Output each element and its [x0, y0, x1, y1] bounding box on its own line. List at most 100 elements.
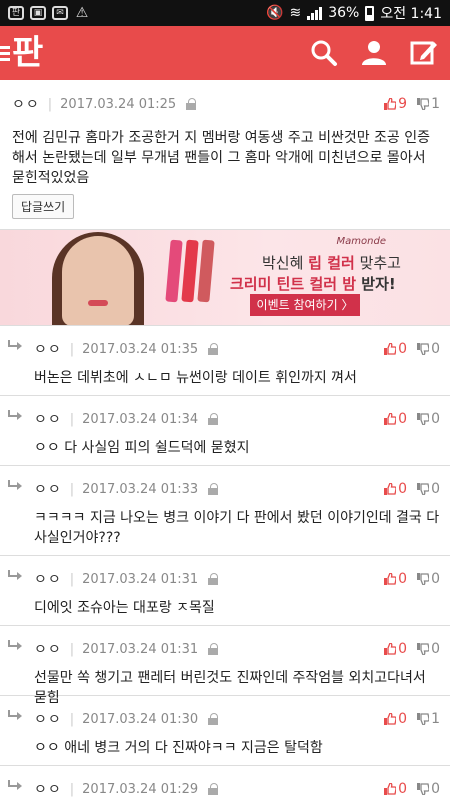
reply-arrow-icon — [8, 710, 22, 720]
warning-icon: ⚠ — [75, 5, 89, 21]
reply-author: ㅇㅇ — [34, 342, 62, 358]
upvote-button[interactable]: 0 — [384, 641, 407, 657]
chat-icon: ✉ — [52, 6, 68, 20]
lipstick-product — [165, 239, 183, 303]
account-button[interactable] — [360, 39, 388, 67]
upvote-button[interactable]: 0 — [384, 481, 407, 497]
reply-item: ㅇㅇ | 2017.03.24 01:30 0 1 ㅇㅇ 애네 병크 거의 다 … — [0, 696, 450, 766]
pann-icon: 판 — [8, 6, 24, 20]
gallery-icon: ▣ — [30, 6, 46, 20]
reply-author: ㅇㅇ — [34, 412, 62, 428]
downvote-button[interactable]: 1 — [417, 711, 440, 727]
lipstick-product — [181, 239, 199, 303]
reply-item: ㅇㅇ | 2017.03.24 01:29 0 0 — [0, 766, 450, 800]
reply-date: 2017.03.24 01:29 — [82, 781, 199, 797]
upvote-count: 0 — [398, 481, 408, 497]
reply-text: 버논은 데뷔초에 ㅅㄴㅁ 뉴썬이랑 데이트 휘인까지 껴서 — [34, 370, 357, 386]
reply-author: ㅇㅇ — [34, 572, 62, 588]
downvote-count: 1 — [431, 96, 440, 112]
user-icon — [362, 41, 386, 65]
reply-author: ㅇㅇ — [34, 782, 62, 798]
thumbs-up-icon — [384, 98, 397, 110]
upvote-button[interactable]: 0 — [384, 341, 407, 357]
reply-item: ㅇㅇ | 2017.03.24 01:34 0 0 ㅇㅇ 다 사실임 피의 쉴드… — [0, 396, 450, 466]
downvote-button[interactable]: 0 — [417, 341, 440, 357]
thumbs-up-icon — [384, 573, 397, 585]
menu-logo-button[interactable]: 판 — [0, 36, 43, 70]
reply-author: ㅇㅇ — [34, 712, 62, 728]
thumbs-down-icon — [417, 783, 430, 795]
lock-icon — [208, 713, 219, 725]
reply-date: 2017.03.24 01:33 — [82, 481, 199, 497]
reply-date: 2017.03.24 01:30 — [82, 711, 199, 727]
reply-author: ㅇㅇ — [34, 642, 62, 658]
downvote-button[interactable]: 0 — [417, 411, 440, 427]
upvote-button[interactable]: 0 — [384, 411, 407, 427]
ad-headline-1: 박신혜 립 컬러 맞추고 — [262, 254, 401, 272]
upvote-count: 0 — [398, 641, 408, 657]
upvote-count: 0 — [398, 711, 408, 727]
meta-divider: | — [69, 481, 75, 497]
reply-arrow-icon — [8, 570, 22, 580]
comment-author: ㅇㅇ — [12, 97, 40, 113]
app-header: 판 — [0, 26, 450, 80]
thumbs-down-icon — [417, 643, 430, 655]
reply-list: ㅇㅇ | 2017.03.24 01:35 0 0 버논은 데뷔초에 ㅅㄴㅁ 뉴… — [0, 326, 450, 800]
downvote-count: 0 — [431, 411, 440, 427]
ad-cta-button[interactable]: 이벤트 참여하기 〉 — [250, 294, 360, 316]
search-button[interactable] — [310, 39, 338, 67]
comment-text: 전에 김민규 홈마가 조공한거 지 멤버랑 여동생 주고 비싼것만 조공 인증해… — [12, 130, 431, 186]
meta-divider: | — [47, 96, 53, 112]
wifi-icon: ≋ — [289, 5, 302, 21]
clock: 오전 1:41 — [380, 6, 442, 22]
meta-divider: | — [69, 341, 75, 357]
upvote-button[interactable]: 0 — [384, 781, 407, 797]
thumbs-up-icon — [384, 483, 397, 495]
meta-divider: | — [69, 411, 75, 427]
downvote-button[interactable]: 1 — [417, 96, 440, 112]
reply-item: ㅇㅇ | 2017.03.24 01:33 0 0 ㅋㅋㅋㅋ 지금 나오는 병크… — [0, 466, 450, 556]
status-bar: 판 ▣ ✉ ⚠ 🔇 ≋ 36% 오전 1:41 — [0, 0, 450, 26]
comment-item: ㅇㅇ | 2017.03.24 01:25 9 1 전에 김민규 홈마가 조공한… — [0, 80, 450, 230]
reply-text: ㅇㅇ 애네 병크 거의 다 진짜야ㅋㅋ 지금은 탈덕함 — [34, 740, 323, 756]
downvote-button[interactable]: 0 — [417, 641, 440, 657]
write-button[interactable] — [410, 39, 438, 67]
reply-arrow-icon — [8, 410, 22, 420]
lock-icon — [208, 413, 219, 425]
upvote-button[interactable]: 9 — [384, 96, 407, 112]
ad-model-lips — [88, 300, 108, 306]
signal-icon — [307, 6, 323, 20]
ad-banner[interactable]: Mamonde 박신혜 립 컬러 맞추고 크리미 틴트 컬러 밤 받자! 이벤트… — [0, 230, 450, 326]
battery-percent: 36% — [328, 5, 360, 21]
meta-divider: | — [69, 781, 75, 797]
lock-icon — [208, 573, 219, 585]
downvote-count: 0 — [431, 781, 440, 797]
lipstick-product — [197, 239, 215, 303]
thumbs-up-icon — [384, 413, 397, 425]
thumbs-up-icon — [384, 713, 397, 725]
reply-item: ㅇㅇ | 2017.03.24 01:31 0 0 선물만 쏙 챙기고 팬레터 … — [0, 626, 450, 706]
downvote-count: 0 — [431, 341, 440, 357]
thumbs-down-icon — [417, 573, 430, 585]
upvote-button[interactable]: 0 — [384, 571, 407, 587]
write-reply-button[interactable]: 답글쓰기 — [12, 194, 75, 219]
upvote-count: 0 — [398, 781, 408, 797]
reply-date: 2017.03.24 01:31 — [82, 641, 199, 657]
downvote-button[interactable]: 0 — [417, 571, 440, 587]
lock-icon — [186, 98, 197, 110]
downvote-count: 0 — [431, 641, 440, 657]
reply-author: ㅇㅇ — [34, 482, 62, 498]
thumbs-up-icon — [384, 643, 397, 655]
reply-arrow-icon — [8, 640, 22, 650]
downvote-button[interactable]: 0 — [417, 481, 440, 497]
upvote-count: 0 — [398, 341, 408, 357]
ad-model-image — [62, 236, 134, 325]
upvote-count: 9 — [398, 96, 408, 112]
downvote-button[interactable]: 0 — [417, 781, 440, 797]
reply-date: 2017.03.24 01:35 — [82, 341, 199, 357]
lock-icon — [208, 783, 219, 795]
upvote-button[interactable]: 0 — [384, 711, 407, 727]
mute-icon: 🔇 — [266, 5, 284, 21]
lock-icon — [208, 343, 219, 355]
comment-date: 2017.03.24 01:25 — [60, 96, 177, 112]
